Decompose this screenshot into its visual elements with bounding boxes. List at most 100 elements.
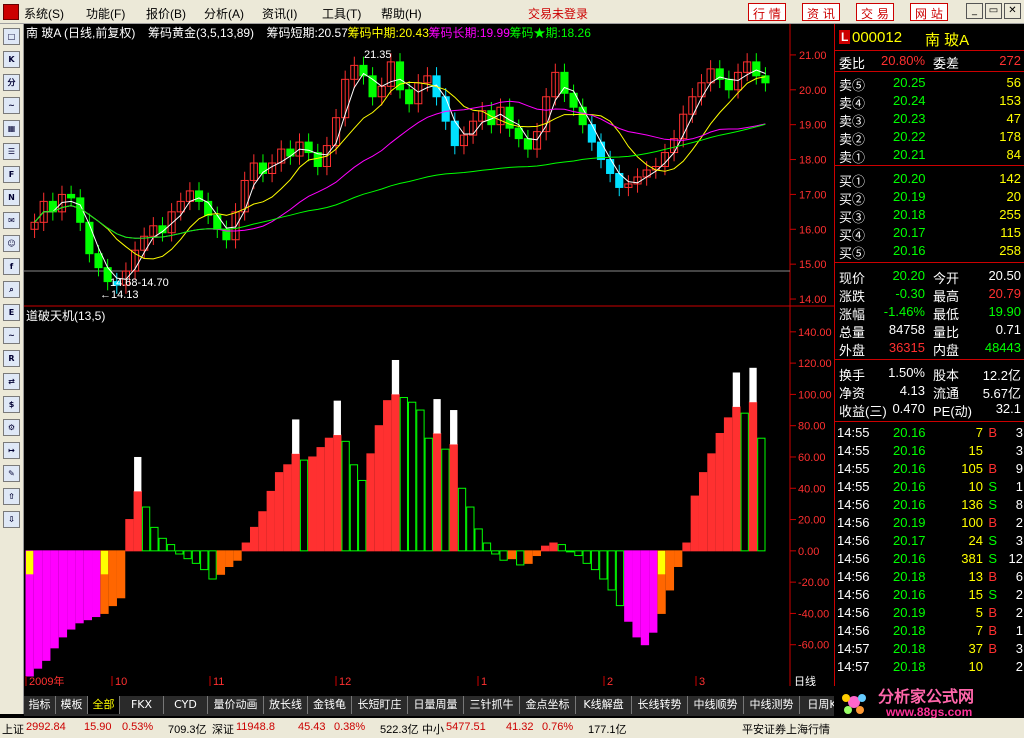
trend-icon[interactable]: ~ bbox=[3, 97, 20, 114]
up-arrow-icon[interactable]: ⇧ bbox=[3, 488, 20, 505]
tick-price: 20.16 bbox=[893, 443, 926, 458]
indicator-bar bbox=[92, 550, 101, 618]
restore-icon[interactable]: ▭ bbox=[985, 3, 1002, 19]
dollar-icon[interactable]: $ bbox=[3, 396, 20, 413]
weibi-label: 委比 bbox=[839, 56, 866, 71]
time-tick-label: 12 bbox=[339, 676, 351, 686]
news-icon[interactable]: N bbox=[3, 189, 20, 206]
indicator-bar bbox=[649, 550, 658, 633]
indicator-tab[interactable]: 指标 bbox=[24, 696, 56, 714]
buy-volume: 142 bbox=[999, 171, 1021, 186]
indicator-tab[interactable]: 放长线 bbox=[264, 696, 308, 714]
sell-row: 卖① 20.21 84 bbox=[835, 146, 1024, 165]
buy-row: 买⑤ 20.16 258 bbox=[835, 242, 1024, 261]
menu-info[interactable]: 资讯(I) bbox=[262, 5, 297, 22]
indicator-bar bbox=[466, 506, 475, 552]
indicator-bar bbox=[441, 448, 450, 552]
time-tick-label: 2009年 bbox=[29, 674, 64, 686]
menu-system[interactable]: 系统(S) bbox=[24, 5, 64, 22]
indicator-bar bbox=[249, 526, 259, 552]
tick-time: 14:56 bbox=[837, 551, 870, 566]
quick-quote-button[interactable]: 行 情 bbox=[748, 3, 786, 21]
indicator-tab[interactable]: 金钱龟 bbox=[308, 696, 352, 714]
etf-icon[interactable]: E bbox=[3, 304, 20, 321]
quick-news-button[interactable]: 资 讯 bbox=[802, 3, 840, 21]
indicator-bar bbox=[50, 550, 59, 649]
indicator-tab[interactable]: 金点坐标 bbox=[520, 696, 576, 714]
indicator-tab[interactable]: 三针抓牛 bbox=[464, 696, 520, 714]
menu-tools[interactable]: 工具(T) bbox=[322, 5, 361, 22]
peak-marker bbox=[433, 399, 441, 434]
price-tick-label: 21.00 bbox=[799, 50, 827, 62]
indicator-tab[interactable]: 长短盯庄 bbox=[352, 696, 408, 714]
export-icon[interactable]: ↦ bbox=[3, 442, 20, 459]
tick-row: 14:56 20.16 381 S 12 bbox=[835, 550, 1024, 568]
indicator-tab[interactable]: 中线测势 bbox=[744, 696, 800, 714]
tick-volume: 37 bbox=[968, 641, 983, 656]
f10-icon[interactable]: F bbox=[3, 166, 20, 183]
indicator-tab[interactable]: 长线转势 bbox=[632, 696, 688, 714]
indicator-bar bbox=[116, 550, 126, 599]
tick-price: 20.18 bbox=[893, 623, 926, 638]
indicator-tab[interactable]: 日量周量 bbox=[408, 696, 464, 714]
indicator-tab[interactable]: CYD bbox=[164, 696, 208, 714]
indicator-tab[interactable]: 全部 bbox=[88, 696, 120, 714]
menu-analysis[interactable]: 分析(A) bbox=[204, 5, 244, 22]
mail-icon[interactable]: ✉ bbox=[3, 212, 20, 229]
separator bbox=[835, 359, 1024, 360]
pen-icon[interactable]: ✎ bbox=[3, 465, 20, 482]
tick-time: 14:56 bbox=[837, 497, 870, 512]
tick-volume: 13 bbox=[968, 569, 983, 584]
menu-function[interactable]: 功能(F) bbox=[86, 5, 125, 22]
quick-site-button[interactable]: 网 站 bbox=[910, 3, 948, 21]
stat-value: -0.30 bbox=[895, 286, 925, 301]
users-icon[interactable]: ☺ bbox=[3, 235, 20, 252]
indicator-bar bbox=[358, 479, 367, 552]
indicator-bar bbox=[632, 550, 641, 638]
close-icon[interactable]: ✕ bbox=[1004, 3, 1021, 19]
full-screen-icon[interactable]: □ bbox=[3, 28, 20, 45]
menu-quote[interactable]: 报价(B) bbox=[146, 5, 186, 22]
tick-row: 14:55 20.16 105 B 9 bbox=[835, 460, 1024, 478]
f10-doc-icon[interactable]: f bbox=[3, 258, 20, 275]
down-arrow-icon[interactable]: ⇩ bbox=[3, 511, 20, 528]
search-icon[interactable]: ⌕ bbox=[3, 281, 20, 298]
minute-chart-icon[interactable]: 分 bbox=[3, 74, 20, 91]
indicator-tab[interactable]: FKX bbox=[120, 696, 164, 714]
multi-window-icon[interactable]: ▦ bbox=[3, 120, 20, 137]
minimize-icon[interactable]: _ bbox=[966, 3, 983, 19]
tick-time: 14:55 bbox=[837, 479, 870, 494]
indicator-label: 筹码黄金(3,5,13,89) bbox=[148, 25, 254, 40]
indicator-bar bbox=[158, 537, 167, 552]
indicator-tab[interactable]: 量价动画 bbox=[208, 696, 264, 714]
macd-icon[interactable]: ~ bbox=[3, 327, 20, 344]
watermark-logo: 分析家公式网 www.88gs.com bbox=[834, 686, 1024, 719]
time-tick-label: 11 bbox=[213, 676, 224, 686]
candle-body bbox=[578, 106, 587, 126]
kline-icon[interactable]: K bbox=[3, 51, 20, 68]
candle-body bbox=[213, 214, 222, 230]
indicator-bar bbox=[457, 487, 467, 552]
indicator-tab[interactable]: 模板 bbox=[56, 696, 88, 714]
menu-help[interactable]: 帮助(H) bbox=[381, 5, 422, 22]
zx-label: 中小 bbox=[422, 724, 444, 736]
stat-row: 总量 84758 量比 0.71 bbox=[835, 321, 1024, 340]
indicator-bar bbox=[590, 550, 600, 571]
indicator-bar bbox=[499, 550, 508, 561]
tools-icon[interactable]: ⚙ bbox=[3, 419, 20, 436]
tick-time: 14:55 bbox=[837, 461, 870, 476]
stat-row: 换手 1.50% 股本 12.2亿 bbox=[835, 364, 1024, 383]
weibi-value: 20.80% bbox=[881, 53, 926, 68]
switch-icon[interactable]: ⇄ bbox=[3, 373, 20, 390]
chart-area[interactable]: 南 玻A (日线,前复权) 筹码黄金(3,5,13,89) 筹码短期:20.57 筹… bbox=[24, 24, 834, 688]
stat-value: 36315 bbox=[888, 340, 925, 355]
indicator-bar bbox=[757, 437, 766, 552]
indicator-bar bbox=[732, 406, 741, 552]
rsi-icon[interactable]: R bbox=[3, 350, 20, 367]
indicator-tab[interactable]: K线解盘 bbox=[576, 696, 632, 714]
quick-trade-button[interactable]: 交 易 bbox=[856, 3, 894, 21]
app-icon[interactable] bbox=[3, 4, 19, 20]
list-icon[interactable]: ☰ bbox=[3, 143, 20, 160]
indicator-tab[interactable]: 中线顺势 bbox=[688, 696, 744, 714]
chart-svg[interactable]: 南 玻A (日线,前复权) 筹码黄金(3,5,13,89) 筹码短期:20.57 筹… bbox=[24, 24, 834, 688]
